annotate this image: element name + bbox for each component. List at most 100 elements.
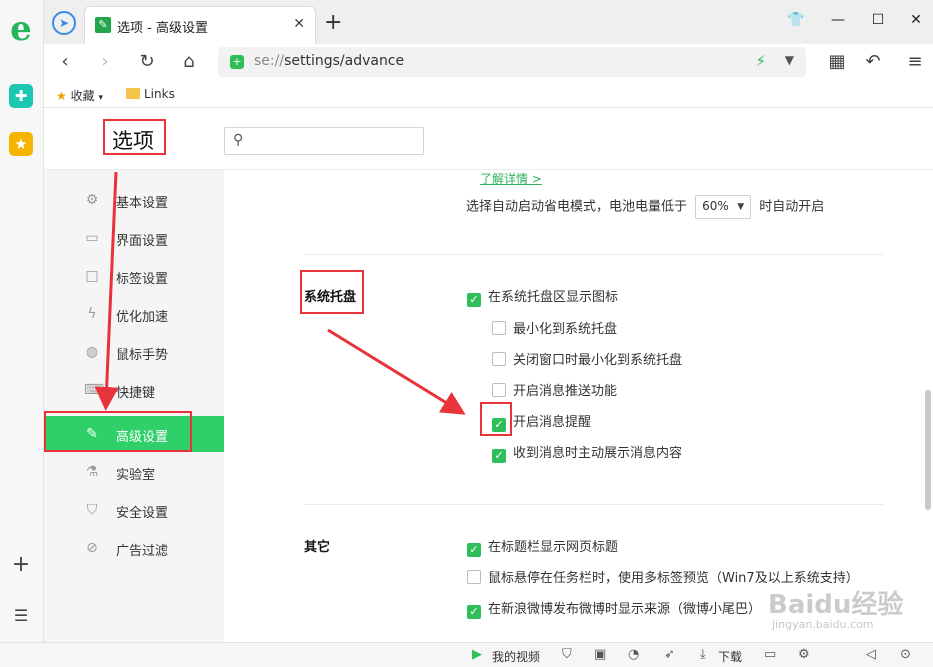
chat-icon[interactable]: ▭	[764, 647, 776, 662]
zoom-icon[interactable]: ⊙	[900, 647, 911, 662]
settings-page: 选项 ⚲ ⚙ 基本设置 ▭ 界面设置 □ 标签设置 ϟ 优化加速 ◍ 鼠标手势 …	[44, 108, 933, 642]
annotation-box-advanced	[44, 411, 192, 452]
add-app-icon[interactable]: +	[8, 554, 34, 578]
gear-icon: ⚙	[85, 192, 99, 208]
option-show-message-content[interactable]: ✓ 收到消息时主动展示消息内容	[492, 442, 682, 463]
scrollbar[interactable]	[925, 170, 931, 642]
annotation-box-checkbox	[480, 402, 512, 436]
sidebar-item-shortcuts[interactable]: ⌨ 快捷键	[44, 372, 224, 408]
window-icon: ▭	[85, 230, 99, 246]
sidebar-item-security[interactable]: ⛉ 安全设置	[44, 492, 224, 528]
bookmarks-bar: ★ 收藏 ▾ Links	[44, 80, 933, 108]
section-title-other: 其它	[304, 540, 331, 555]
chevron-down-icon[interactable]: ▼	[785, 53, 794, 67]
favorites-star-icon[interactable]: ★	[9, 132, 33, 156]
checkbox-unchecked[interactable]	[492, 352, 506, 366]
battery-threshold-select[interactable]: 60% ▼	[695, 195, 752, 219]
tab-strip: ➤ ✎ 选项 - 高级设置 ✕ + 👕 — ☐ ✕	[44, 0, 933, 44]
mouse-icon: ◍	[85, 344, 99, 360]
sidebar-item-mouse-gesture[interactable]: ◍ 鼠标手势	[44, 334, 224, 370]
play-icon[interactable]: ▶	[472, 647, 482, 662]
speed-icon[interactable]: ◔	[628, 647, 639, 662]
sidebar-item-interface[interactable]: ▭ 界面设置	[44, 220, 224, 256]
divider	[304, 254, 884, 255]
browser-logo-icon[interactable]: e	[6, 12, 36, 46]
search-input[interactable]: ⚲	[224, 127, 424, 155]
checkbox-checked[interactable]: ✓	[467, 293, 481, 307]
search-icon: ⚲	[233, 132, 244, 148]
scrollbar-thumb[interactable]	[925, 390, 931, 510]
download-link[interactable]: 下载	[718, 648, 742, 665]
address-text[interactable]: se://settings/advance	[254, 53, 404, 69]
lightning-icon: ϟ	[87, 306, 97, 322]
checkbox-checked[interactable]: ✓	[492, 449, 506, 463]
settings-icon[interactable]: ⚙	[798, 647, 810, 662]
close-tab-icon[interactable]: ✕	[293, 16, 305, 32]
option-minimize-to-tray[interactable]: 最小化到系统托盘	[492, 318, 617, 337]
watermark-logo: Baidu经验	[768, 590, 904, 620]
new-tab-icon[interactable]: +	[324, 10, 342, 35]
block-icon: ⊘	[86, 540, 98, 556]
chevron-down-icon: ▼	[737, 202, 745, 212]
forward-icon[interactable]: ›	[92, 50, 118, 74]
app-dock: e ✚ ★ + ☰	[0, 0, 44, 642]
my-video-link[interactable]: 我的视频	[492, 648, 540, 665]
navigation-compass-icon[interactable]: ➤	[52, 11, 76, 35]
star-icon: ★	[56, 89, 67, 103]
sidebar-item-basic[interactable]: ⚙ 基本设置	[44, 182, 224, 218]
watermark-url: jingyan.baidu.com	[772, 618, 874, 631]
annotation-box-title	[103, 119, 166, 155]
option-push-notifications[interactable]: 开启消息推送功能	[492, 380, 617, 399]
sidebar-item-tabs[interactable]: □ 标签设置	[44, 258, 224, 294]
option-show-page-title[interactable]: ✓ 在标题栏显示网页标题	[467, 536, 618, 557]
sidebar-item-lab[interactable]: ⚗ 实验室	[44, 454, 224, 490]
back-icon[interactable]: ‹	[52, 50, 78, 74]
bookmark-links[interactable]: Links	[126, 87, 175, 101]
toolbar: ‹ › ↻ ⌂ + se://settings/advance ⚡ ▼ ▦ ↶ …	[44, 44, 933, 80]
reload-icon[interactable]: ↻	[134, 50, 160, 74]
sidebar-item-optimize[interactable]: ϟ 优化加速	[44, 296, 224, 332]
settings-content: 了解详情 > 选择自动启动省电模式，电池电量低于 60% ▼ 时自动开启 系统托盘…	[224, 170, 933, 642]
flask-icon: ⚗	[85, 464, 99, 480]
shield-status-icon[interactable]: ⛉	[562, 647, 572, 662]
divider	[304, 504, 884, 505]
chevron-down-icon: ▾	[98, 93, 103, 103]
annotation-box-tray	[300, 270, 364, 314]
close-window-icon[interactable]: ✕	[906, 12, 926, 28]
battery-saver-row: 选择自动启动省电模式，电池电量低于 60% ▼ 时自动开启	[466, 195, 824, 219]
rocket-icon[interactable]: ➶	[664, 647, 675, 662]
checkbox-unchecked[interactable]	[492, 321, 506, 335]
volume-icon[interactable]: ◁	[866, 647, 876, 662]
secure-shield-icon: +	[230, 55, 244, 69]
option-close-minimize-to-tray[interactable]: 关闭窗口时最小化到系统托盘	[492, 349, 682, 368]
tab-icon: □	[85, 268, 99, 284]
settings-sidebar: ⚙ 基本设置 ▭ 界面设置 □ 标签设置 ϟ 优化加速 ◍ 鼠标手势 ⌨ 快捷键…	[44, 170, 224, 642]
dock-menu-icon[interactable]: ☰	[8, 606, 34, 630]
menu-icon[interactable]: ≡	[902, 50, 928, 74]
download-icon[interactable]: ⤓	[700, 647, 706, 662]
tab-title: 选项 - 高级设置	[117, 21, 208, 36]
grid-apps-icon[interactable]: ▦	[824, 50, 850, 74]
app-plus-icon[interactable]: ✚	[9, 84, 33, 108]
checkbox-checked[interactable]: ✓	[467, 543, 481, 557]
undo-icon[interactable]: ↶	[860, 50, 886, 74]
maximize-icon[interactable]: ☐	[868, 12, 888, 28]
checkbox-checked[interactable]: ✓	[467, 605, 481, 619]
keyboard-icon: ⌨	[84, 382, 105, 398]
checkbox-unchecked[interactable]	[467, 570, 481, 584]
image-icon[interactable]: ▣	[594, 647, 606, 662]
option-show-tray-icon[interactable]: ✓ 在系统托盘区显示图标	[467, 286, 618, 307]
lightning-icon[interactable]: ⚡	[755, 52, 766, 70]
bookmark-favorites[interactable]: ★ 收藏 ▾	[56, 87, 103, 104]
option-weibo-source[interactable]: ✓ 在新浪微博发布微博时显示来源（微博小尾巴）	[467, 598, 761, 619]
sidebar-item-adblock[interactable]: ⊘ 广告过滤	[44, 530, 224, 566]
learn-more-link[interactable]: 了解详情 >	[480, 170, 542, 187]
checkbox-unchecked[interactable]	[492, 383, 506, 397]
active-tab[interactable]: ✎ 选项 - 高级设置 ✕	[84, 6, 316, 44]
address-bar[interactable]: + se://settings/advance ⚡ ▼	[218, 47, 806, 77]
wrench-tab-icon: ✎	[95, 17, 111, 33]
skin-shirt-icon[interactable]: 👕	[786, 12, 806, 28]
home-icon[interactable]: ⌂	[176, 50, 202, 74]
minimize-icon[interactable]: —	[828, 12, 848, 28]
status-bar: ▶ 我的视频 ⛉ ▣ ◔ ➶ ⤓ 下载 ▭ ⚙ ◁ ⊙	[0, 642, 933, 667]
